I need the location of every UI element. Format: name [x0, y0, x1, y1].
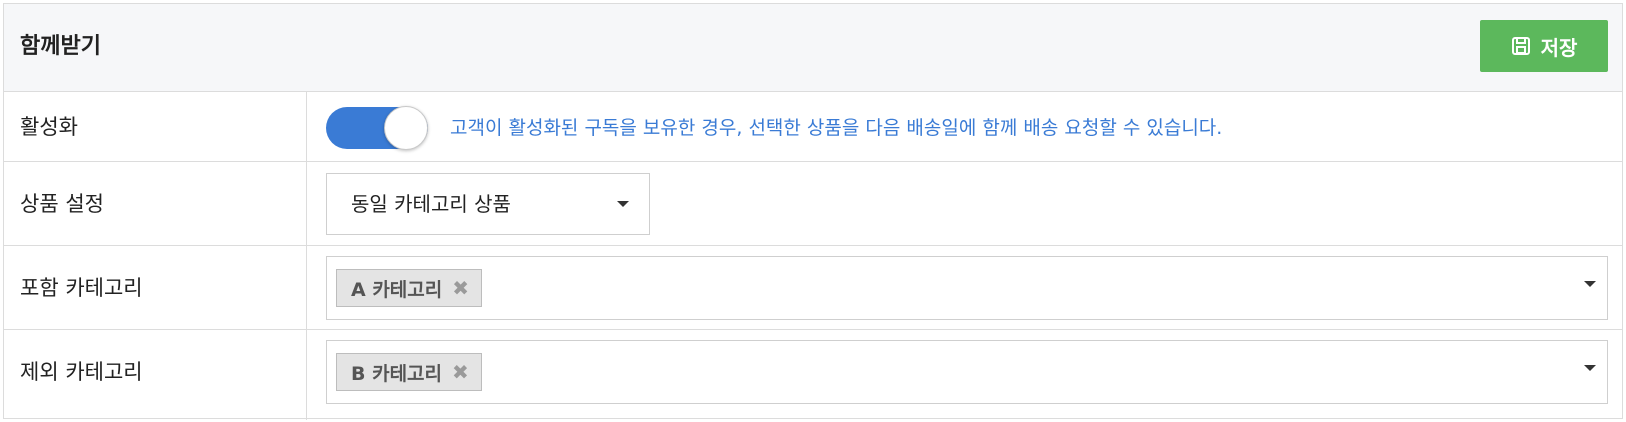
exclude-category-label: 제외 카테고리: [20, 360, 143, 384]
category-tag: A 카테고리 ✖: [336, 269, 483, 307]
product-setting-value: 동일 카테고리 상품: [351, 192, 511, 216]
panel-header: 함께받기 저장: [4, 4, 1622, 92]
activation-toggle[interactable]: [326, 106, 428, 150]
row-activation: 활성화 고객이 활성화된 구독을 보유한 경우, 선택한 상품을 다음 배송일에…: [4, 92, 1622, 162]
row-product-setting: 상품 설정 동일 카테고리 상품: [4, 162, 1622, 246]
row-include-category: 포함 카테고리 A 카테고리 ✖: [4, 246, 1622, 330]
chevron-down-icon[interactable]: [1584, 281, 1596, 287]
row-divider: [306, 92, 307, 161]
product-setting-label: 상품 설정: [20, 192, 104, 216]
product-setting-select[interactable]: 동일 카테고리 상품: [326, 173, 650, 235]
toggle-knob: [384, 106, 428, 150]
bundle-delivery-panel: 함께받기 저장 활성화 고객이 활성화된 구독을 보유한 경우, 선택한 상품을…: [3, 3, 1623, 420]
row-divider: [306, 246, 307, 329]
close-icon[interactable]: ✖: [452, 362, 469, 382]
row-exclude-category: 제외 카테고리 B 카테고리 ✖: [4, 330, 1622, 420]
row-divider: [306, 330, 307, 420]
chevron-down-icon[interactable]: [1584, 365, 1596, 371]
row-divider: [306, 162, 307, 245]
activation-description: 고객이 활성화된 구독을 보유한 경우, 선택한 상품을 다음 배송일에 함께 …: [450, 117, 1223, 139]
close-icon[interactable]: ✖: [452, 278, 469, 298]
activation-label: 활성화: [20, 115, 78, 139]
include-category-label: 포함 카테고리: [20, 276, 143, 300]
save-button-label: 저장: [1540, 35, 1578, 60]
chevron-down-icon: [617, 201, 629, 207]
page-title: 함께받기: [20, 34, 101, 59]
include-category-select[interactable]: A 카테고리 ✖: [326, 256, 1608, 320]
tag-label: B 카테고리: [351, 362, 443, 385]
floppy-disk-icon: [1511, 36, 1531, 56]
save-button[interactable]: 저장: [1480, 20, 1608, 72]
exclude-category-select[interactable]: B 카테고리 ✖: [326, 340, 1608, 404]
category-tag: B 카테고리 ✖: [336, 353, 482, 391]
tag-label: A 카테고리: [351, 278, 443, 301]
